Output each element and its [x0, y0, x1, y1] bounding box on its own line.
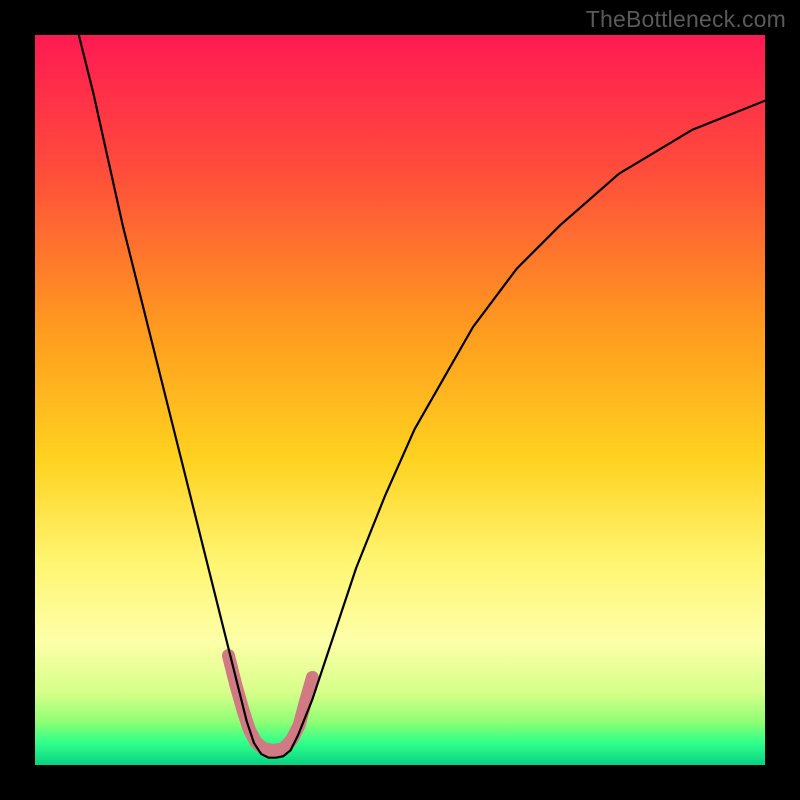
gradient-background — [35, 35, 765, 765]
bottleneck-chart — [35, 35, 765, 765]
chart-frame: TheBottleneck.com — [0, 0, 800, 800]
watermark-text: TheBottleneck.com — [586, 6, 786, 33]
plot-area — [35, 35, 765, 765]
